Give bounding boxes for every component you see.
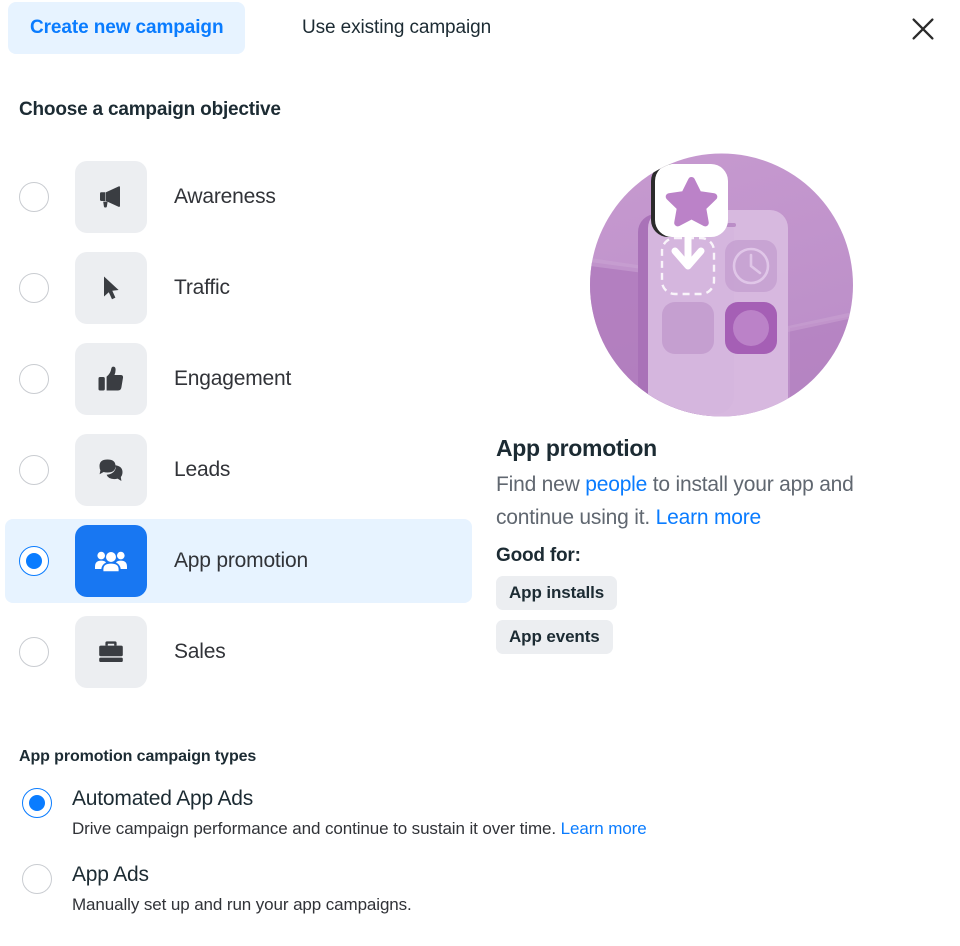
- tag-app-installs: App installs: [496, 576, 618, 610]
- objective-label-awareness: Awareness: [174, 185, 276, 208]
- objective-row-leads[interactable]: Leads: [5, 428, 472, 512]
- detail-title: App promotion: [496, 435, 657, 461]
- close-icon: [912, 18, 934, 40]
- people-link[interactable]: people: [585, 473, 647, 496]
- objective-row-traffic[interactable]: Traffic: [5, 246, 472, 330]
- objective-label-sales: Sales: [174, 640, 226, 663]
- app-download-illustration: [589, 153, 853, 417]
- megaphone-icon: [75, 161, 147, 233]
- objective-label-app-promotion: App promotion: [174, 549, 308, 572]
- tab-bar: Create new campaign Use existing campaig…: [0, 0, 960, 56]
- objective-radio-leads[interactable]: [19, 455, 49, 485]
- objective-row-app-promotion[interactable]: App promotion: [5, 519, 472, 603]
- tab-use-existing-campaign[interactable]: Use existing campaign: [296, 2, 497, 54]
- good-for-tag-list: App installs App events: [496, 576, 946, 664]
- objective-radio-engagement[interactable]: [19, 364, 49, 394]
- objective-heading: Choose a campaign objective: [19, 99, 281, 120]
- objective-label-traffic: Traffic: [174, 276, 230, 299]
- campaign-type-title-app-ads: App Ads: [72, 863, 149, 886]
- detail-desc-part1: Find new: [496, 473, 586, 496]
- campaign-type-radio-app-ads[interactable]: [22, 864, 52, 894]
- learn-more-link[interactable]: Learn more: [656, 506, 762, 529]
- tab-create-new-campaign[interactable]: Create new campaign: [8, 2, 246, 54]
- briefcase-icon: [75, 616, 147, 688]
- people-icon: [75, 525, 147, 597]
- campaign-type-row-app-ads[interactable]: App Ads Manually set up and run your app…: [0, 861, 820, 917]
- chat-bubble-icon: [75, 434, 147, 506]
- campaign-type-radio-automated-app-ads[interactable]: [22, 788, 52, 818]
- close-button[interactable]: [904, 10, 942, 48]
- campaign-objective-dialog: Create new campaign Use existing campaig…: [0, 0, 960, 946]
- objective-radio-app-promotion[interactable]: [19, 546, 49, 576]
- objective-list: Awareness Traffic Engagement Leads App p…: [0, 155, 480, 701]
- campaign-types-list: Automated App Ads Drive campaign perform…: [0, 785, 820, 937]
- campaign-types-heading: App promotion campaign types: [19, 748, 257, 765]
- campaign-type-row-automated-app-ads[interactable]: Automated App Ads Drive campaign perform…: [0, 785, 820, 841]
- tag-app-events: App events: [496, 620, 613, 654]
- objective-row-engagement[interactable]: Engagement: [5, 337, 472, 421]
- campaign-type-description-app-ads: Manually set up and run your app campaig…: [72, 895, 412, 914]
- tab-create-new-campaign-label: Create new campaign: [30, 17, 224, 38]
- good-for-label: Good for:: [496, 545, 581, 566]
- objective-radio-awareness[interactable]: [19, 182, 49, 212]
- illustration-wrapper: [496, 150, 946, 421]
- objective-row-awareness[interactable]: Awareness: [5, 155, 472, 239]
- thumbs-up-icon: [75, 343, 147, 415]
- cursor-icon: [75, 252, 147, 324]
- objective-detail-panel: App promotion Find new people to install…: [496, 150, 946, 664]
- objective-label-engagement: Engagement: [174, 367, 292, 390]
- tab-use-existing-campaign-label: Use existing campaign: [302, 17, 492, 38]
- campaign-type-learn-more-link[interactable]: Learn more: [561, 819, 647, 838]
- campaign-type-desc-text: Drive campaign performance and continue …: [72, 819, 561, 838]
- objective-radio-traffic[interactable]: [19, 273, 49, 303]
- detail-description: Find new people to install your app and …: [496, 468, 906, 534]
- objective-row-sales[interactable]: Sales: [5, 610, 472, 694]
- objective-label-leads: Leads: [174, 458, 231, 481]
- objective-radio-sales[interactable]: [19, 637, 49, 667]
- campaign-type-description-automated-app-ads: Drive campaign performance and continue …: [72, 817, 647, 841]
- campaign-type-title-automated-app-ads: Automated App Ads: [72, 787, 254, 810]
